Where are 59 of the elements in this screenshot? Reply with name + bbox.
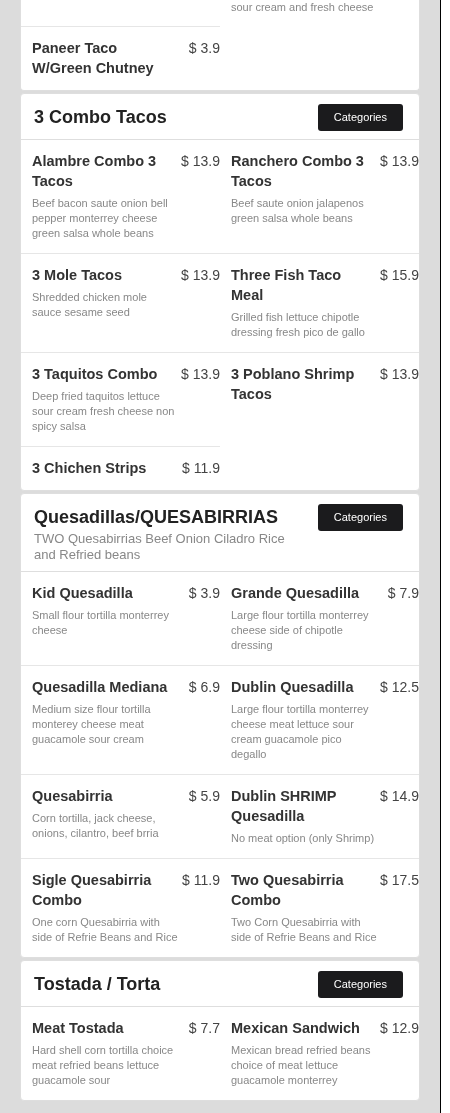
item-description: One corn Quesabirria with side of Refrie Beans and Rice — [32, 915, 178, 945]
item-description: Corn tortilla, jack cheese, onions, cilantro, beef brria — [32, 811, 160, 841]
item-price: $ 15.9 — [380, 266, 419, 285]
item-name: Three Fish Taco Meal — [231, 266, 343, 305]
item-price: $ 13.9 — [181, 266, 220, 285]
item-name: Kid Quesadilla — [32, 584, 134, 603]
item-name: Alambre Combo 3 Tacos — [32, 152, 158, 191]
item-description: sour cream and fresh cheese — [231, 0, 375, 15]
item-price: $ 13.9 — [380, 365, 419, 384]
item-name: Dublin Quesadilla — [231, 678, 355, 697]
item-description: Deep fried taquitos lettuce sour cream fresh cheese non spicy salsa — [32, 389, 176, 434]
item-name: Quesabirria — [32, 787, 114, 806]
item-price: $ 6.9 — [188, 678, 220, 697]
categories-button[interactable]: Categories — [317, 104, 403, 131]
item-price: $ 3.9 — [188, 584, 220, 603]
item-name: 3 Taquitos Combo — [32, 365, 159, 384]
item-price: $ 14.9 — [380, 787, 419, 806]
item-description: Mexican bread refried beans choice of meat lettuce guacamole monterrey — [231, 1043, 372, 1088]
item-name: Paneer Taco W/Green Chutney — [32, 39, 155, 78]
section-title: 3 Combo Tacos — [34, 106, 167, 128]
categories-button[interactable]: Categories — [317, 971, 403, 998]
item-name: 3 Chichen Strips — [32, 459, 148, 478]
section-title: Quesadillas/QUESABIRRIAS — [34, 506, 280, 528]
item-description: Large flour tortilla monterrey cheese meat lettuce sour cream guacamole pico degallo — [231, 702, 370, 762]
section-description: TWO Quesabirrias Beef Onion Ciladro Rice and Refried beans — [34, 531, 286, 563]
section-title: Tostada / Torta — [34, 973, 161, 995]
item-description: Beef saute onion jalapenos green salsa whole beans — [231, 196, 365, 226]
item-name: Grande Quesadilla — [231, 584, 361, 603]
item-description: Two Corn Quesabirria with side of Refrie Beans and Rice — [231, 915, 377, 945]
item-description: No meat option (only Shrimp) — [231, 831, 376, 846]
item-name: Ranchero Combo 3 Tacos — [231, 152, 365, 191]
item-price: $ 12.5 — [380, 678, 419, 697]
item-name: Mexican Sandwich — [231, 1019, 361, 1038]
item-name: 3 Poblano Shrimp Tacos — [231, 365, 356, 404]
item-name: 3 Mole Tacos — [32, 266, 123, 285]
item-description: Small flour tortilla monterrey cheese — [32, 608, 170, 638]
item-price: $ 7.9 — [387, 584, 419, 603]
item-price: $ 3.9 — [188, 39, 220, 58]
item-price: $ 5.9 — [188, 787, 220, 806]
item-price: $ 12.9 — [380, 1019, 419, 1038]
item-name: Sigle Quesabirria Combo — [32, 871, 153, 910]
item-name: Meat Tostada — [32, 1019, 125, 1038]
item-description: Large flour tortilla monterrey cheese side of chipotle dressing — [231, 608, 370, 653]
item-price: $ 7.7 — [188, 1019, 220, 1038]
item-price: $ 17.5 — [380, 871, 419, 890]
item-price: $ 13.9 — [181, 365, 220, 384]
item-description: Shredded chicken mole sauce sesame seed — [32, 290, 148, 320]
item-description: Medium size flour tortilla monterey cheese meat guacamole sour cream — [32, 702, 152, 747]
item-description: Hard shell corn tortilla choice meat refried beans lettuce guacamole sour — [32, 1043, 175, 1088]
item-price: $ 11.9 — [182, 871, 220, 890]
item-price: $ 13.9 — [380, 152, 419, 171]
item-name: Dublin SHRIMP Quesadilla — [231, 787, 338, 826]
item-price: $ 13.9 — [181, 152, 220, 171]
categories-button[interactable]: Categories — [317, 504, 403, 531]
item-name: Two Quesabirria Combo — [231, 871, 345, 910]
item-description: Beef bacon saute onion bell pepper monterrey cheese green salsa whole beans — [32, 196, 169, 241]
item-description: Grilled fish lettuce chipotle dressing fresh pico de gallo — [231, 310, 366, 340]
item-name: Quesadilla Mediana — [32, 678, 169, 697]
item-price: $ 11.9 — [182, 459, 220, 478]
